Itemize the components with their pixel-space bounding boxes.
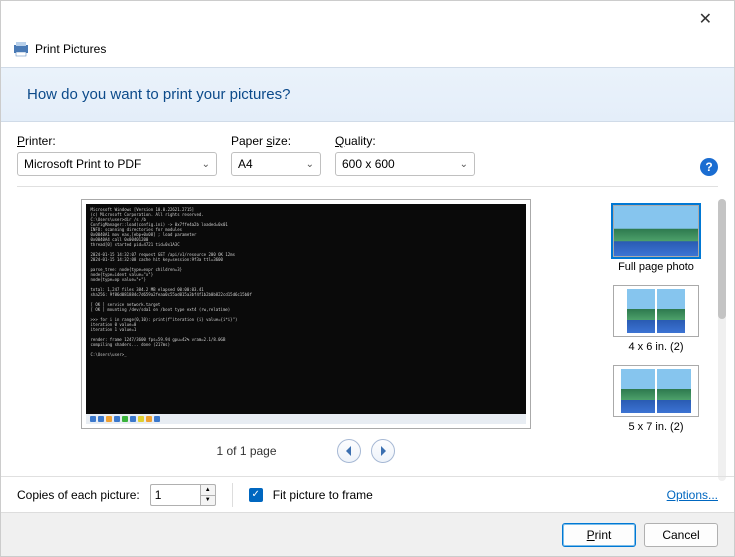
copies-down-button[interactable]: ▼ (200, 495, 216, 506)
heading-text: How do you want to print your pictures? (27, 86, 290, 103)
printer-value: Microsoft Print to PDF (24, 157, 196, 171)
fit-to-frame-label: Fit picture to frame (273, 488, 373, 502)
fit-to-frame-checkbox[interactable]: ✓ (249, 488, 263, 502)
copies-spinner[interactable]: ▲ ▼ (150, 484, 216, 506)
close-icon[interactable]: ✕ (689, 5, 722, 33)
printer-label: Printer: (17, 134, 217, 148)
paper-size-dropdown[interactable]: A4 ⌄ (231, 152, 321, 176)
prev-page-button[interactable] (337, 439, 361, 463)
pager-label: 1 of 1 page (216, 444, 276, 458)
chevron-down-icon: ⌄ (202, 159, 210, 170)
layout-label: Full page photo (618, 261, 694, 273)
action-bar: Print Cancel (1, 512, 734, 556)
next-page-button[interactable] (371, 439, 395, 463)
header: Print Pictures (1, 37, 734, 67)
layout-5x7[interactable]: 5 x 7 in. (2) (606, 363, 706, 435)
layout-label: 4 x 6 in. (2) (628, 341, 683, 353)
divider (17, 186, 718, 187)
help-icon[interactable]: ? (700, 158, 718, 176)
divider (232, 483, 233, 507)
quality-label: Quality: (335, 134, 475, 148)
print-button[interactable]: Print (562, 523, 636, 547)
bottom-bar: Copies of each picture: ▲ ▼ ✓ Fit pictur… (1, 476, 734, 512)
quality-value: 600 x 600 (342, 157, 454, 171)
pager: 1 of 1 page (216, 439, 394, 463)
options-link[interactable]: Options... (667, 488, 718, 502)
paper-size-label: Paper size: (231, 134, 321, 148)
preview-pane: Microsoft Windows [Version 10.0.22621.27… (17, 199, 594, 481)
layout-side-panel: Full page photo 4 x 6 in. (2) 5 x 7 in. … (594, 199, 716, 481)
window-title: Print Pictures (35, 42, 106, 56)
scrollbar[interactable] (718, 199, 726, 481)
preview-taskbar (86, 414, 526, 424)
print-pictures-icon (13, 41, 29, 57)
cancel-button[interactable]: Cancel (644, 523, 718, 547)
title-bar: ✕ (1, 1, 734, 37)
copies-input[interactable] (150, 484, 200, 506)
heading-banner: How do you want to print your pictures? (1, 67, 734, 122)
layout-full-page-photo[interactable]: Full page photo (606, 203, 706, 275)
copies-label: Copies of each picture: (17, 488, 140, 502)
printer-dropdown[interactable]: Microsoft Print to PDF ⌄ (17, 152, 217, 176)
main-area: Microsoft Windows [Version 10.0.22621.27… (1, 191, 734, 481)
quality-dropdown[interactable]: 600 x 600 ⌄ (335, 152, 475, 176)
paper-size-value: A4 (238, 157, 300, 171)
controls-row: Printer: Microsoft Print to PDF ⌄ Paper … (1, 122, 734, 182)
preview-frame: Microsoft Windows [Version 10.0.22621.27… (81, 199, 531, 429)
preview-image: Microsoft Windows [Version 10.0.22621.27… (86, 204, 526, 414)
copies-up-button[interactable]: ▲ (200, 484, 216, 495)
layout-4x6[interactable]: 4 x 6 in. (2) (606, 283, 706, 355)
chevron-down-icon: ⌄ (460, 159, 468, 170)
layout-label: 5 x 7 in. (2) (628, 421, 683, 433)
chevron-down-icon: ⌄ (306, 159, 314, 170)
